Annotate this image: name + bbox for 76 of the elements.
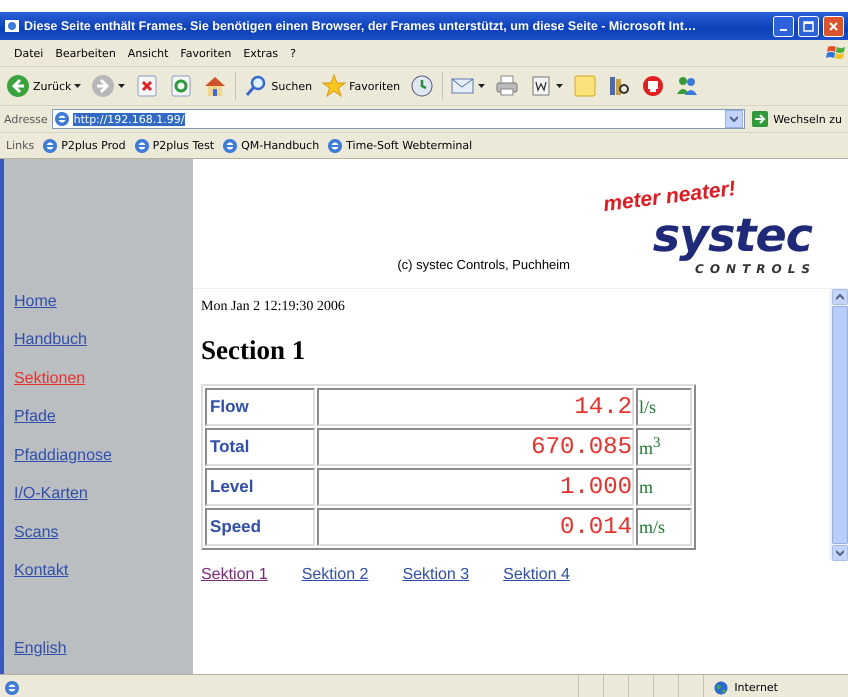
menu-item[interactable]: Ansicht: [122, 44, 174, 62]
value-cell: 670.085: [317, 428, 634, 466]
nav-link[interactable]: I/O-Karten: [14, 481, 88, 520]
page-icon: [327, 138, 344, 154]
section-link[interactable]: Sektion 2: [302, 566, 368, 584]
menu-item[interactable]: Extras: [237, 44, 284, 62]
refresh-icon: [169, 74, 194, 98]
messenger-icon: [641, 74, 666, 98]
dropdown-button[interactable]: [725, 110, 744, 128]
section-link[interactable]: Sektion 1: [201, 566, 268, 584]
books-icon: [607, 74, 632, 98]
nav-link[interactable]: Home: [14, 289, 57, 328]
clock-icon: [410, 74, 434, 98]
label-cell: Speed: [205, 508, 315, 546]
logo-subtitle: CONTROLS: [695, 262, 816, 276]
menu-item[interactable]: Datei: [8, 44, 50, 62]
home-icon: [203, 74, 228, 98]
favorite-link[interactable]: P2plus Prod: [42, 138, 126, 154]
favorites-button[interactable]: Favoriten: [320, 72, 402, 100]
go-button[interactable]: Wechseln zu: [749, 110, 844, 128]
links-label: Links: [6, 139, 34, 152]
label-cell: Level: [205, 468, 315, 506]
menu-item[interactable]: Bearbeiten: [49, 44, 122, 62]
nav-link[interactable]: Pfaddiagnose: [14, 442, 112, 482]
nav-link[interactable]: Pfade: [14, 404, 56, 443]
printer-icon: [495, 74, 520, 98]
timestamp: Mon Jan 2 12:19:30 2006: [201, 299, 346, 315]
page-icon: [54, 111, 70, 127]
value-cell: 1.000: [317, 468, 634, 506]
note-icon: [573, 74, 598, 98]
star-icon: [322, 74, 346, 98]
address-label: Adresse: [4, 112, 48, 126]
section-heading: Section 1: [201, 335, 306, 366]
close-button[interactable]: [823, 16, 844, 36]
value-cell: 14.2: [317, 388, 634, 426]
language-link[interactable]: English: [14, 636, 66, 674]
unit-cell: m: [636, 468, 692, 506]
unit-cell: m$^{3}$: [636, 428, 692, 466]
favorite-link[interactable]: QM-Handbuch: [222, 138, 320, 154]
scroll-up-icon[interactable]: [836, 294, 844, 300]
maximize-button[interactable]: [798, 16, 819, 36]
page-icon: [42, 138, 58, 154]
favorite-link[interactable]: Time-Soft Webterminal: [327, 138, 472, 154]
nav-link[interactable]: Kontakt: [14, 558, 68, 596]
caret-icon: [730, 116, 738, 122]
stop-icon: [135, 74, 160, 98]
search-button[interactable]: Suchen: [242, 72, 314, 100]
menu-item[interactable]: ?: [284, 44, 302, 62]
people-icon: [675, 74, 700, 98]
scroll-down-icon[interactable]: [836, 550, 844, 556]
section-link[interactable]: Sektion 3: [402, 566, 470, 584]
favorite-link[interactable]: P2plus Test: [134, 138, 214, 154]
nav-link[interactable]: Scans: [14, 520, 58, 558]
browser-icon: [4, 18, 20, 34]
address-field[interactable]: http://192.168.1.99/: [52, 109, 746, 129]
label-cell: Total: [205, 428, 315, 466]
close-icon: [828, 20, 839, 32]
section-link[interactable]: Sektion 4: [503, 566, 570, 584]
page-icon: [4, 680, 20, 696]
zone-label: Internet: [734, 681, 778, 694]
page-icon: [134, 138, 150, 154]
globe-icon: [714, 680, 728, 694]
minimize-icon: [780, 28, 787, 30]
value-cell: 0.014: [317, 508, 634, 546]
back-button[interactable]: Zurück: [4, 72, 84, 100]
label-cell: Flow: [205, 388, 315, 426]
scrollbar[interactable]: [830, 289, 848, 561]
page-icon: [222, 138, 238, 154]
unit-cell: m/s: [636, 508, 692, 546]
maximize-icon: [803, 20, 814, 32]
unit-cell: l/s: [636, 388, 692, 426]
copyright-text: (c) systec Controls, Puchheim: [397, 257, 570, 272]
minimize-button[interactable]: [773, 16, 794, 36]
window-title: Diese Seite enthält Frames. Sie benötigen einen Browser, der Frames unterstützt, um diese Seite - Microsoft Int…: [24, 19, 698, 33]
nav-link[interactable]: Handbuch: [14, 327, 87, 366]
menu-item[interactable]: Favoriten: [174, 44, 238, 62]
